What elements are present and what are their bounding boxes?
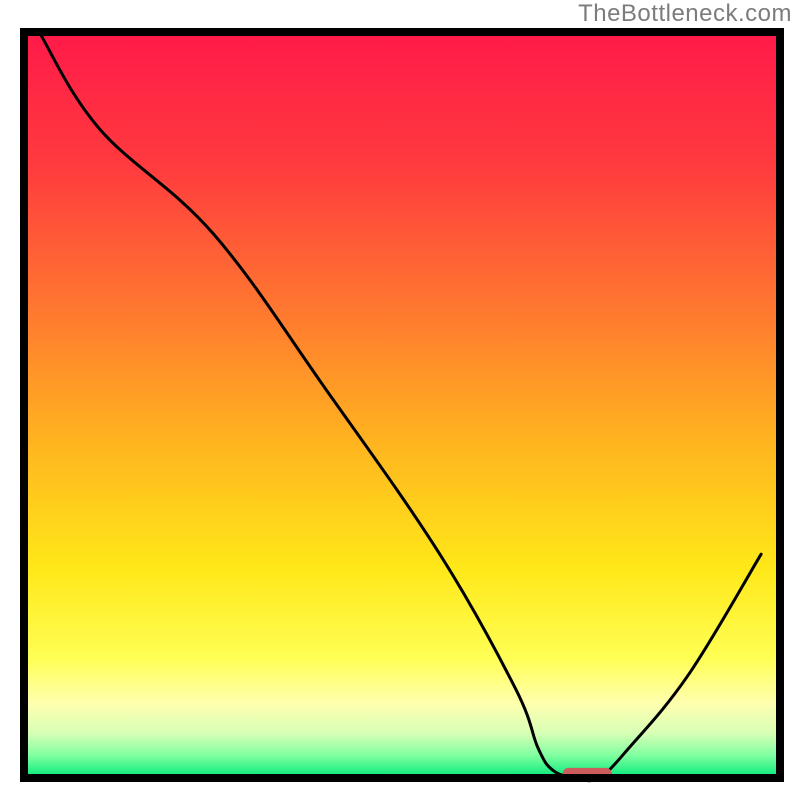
- bottleneck-chart: TheBottleneck.com: [0, 0, 800, 800]
- plot-background: [24, 32, 780, 778]
- chart-svg: [0, 0, 800, 800]
- attribution-label: TheBottleneck.com: [578, 0, 792, 28]
